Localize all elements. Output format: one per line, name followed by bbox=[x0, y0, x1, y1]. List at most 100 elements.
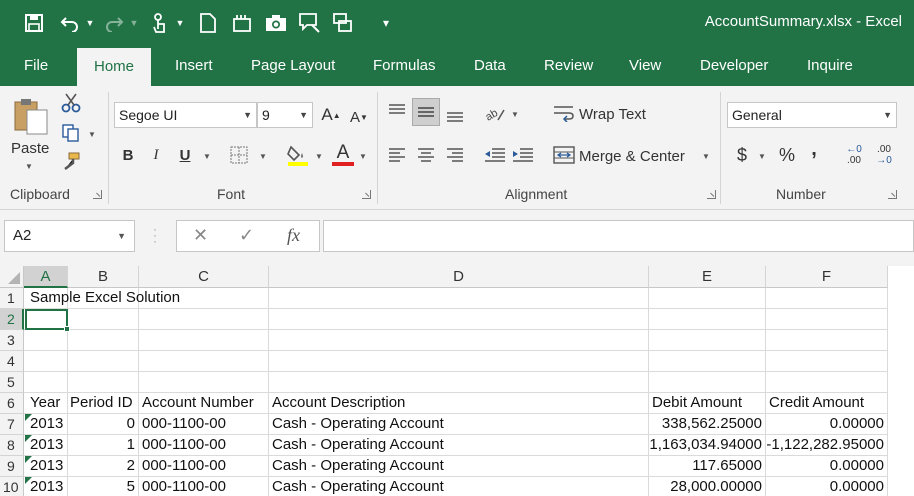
camera-icon[interactable] bbox=[262, 9, 290, 37]
table-cell[interactable]: Cash - Operating Account bbox=[272, 477, 444, 496]
redo-icon[interactable] bbox=[100, 9, 128, 37]
underline-button[interactable]: U bbox=[174, 144, 196, 166]
table-cell[interactable]: 1,163,034.94000 bbox=[649, 435, 762, 455]
active-cell-a2[interactable] bbox=[25, 309, 68, 330]
row-header[interactable]: 1 bbox=[0, 288, 24, 309]
insert-function-icon[interactable]: fx bbox=[287, 225, 300, 246]
row-header[interactable]: 4 bbox=[0, 351, 24, 372]
table-cell[interactable]: -1,122,282.95000 bbox=[766, 435, 884, 455]
header-cell[interactable]: Debit Amount bbox=[652, 393, 742, 413]
table-cell[interactable]: 28,000.00000 bbox=[649, 477, 762, 496]
header-cell[interactable]: Year bbox=[30, 393, 60, 413]
touch-mode-icon[interactable] bbox=[146, 9, 174, 37]
row-header[interactable]: 7 bbox=[0, 414, 24, 435]
paste-icon[interactable] bbox=[10, 96, 50, 136]
header-cell[interactable]: Credit Amount bbox=[769, 393, 864, 413]
merge-center-button[interactable]: Merge & Center bbox=[579, 148, 685, 165]
font-name-select[interactable]: Segoe UI ▼ bbox=[114, 102, 257, 128]
undo-dropdown-icon[interactable]: ▼ bbox=[84, 18, 96, 28]
table-cell[interactable]: 000-1100-00 bbox=[142, 477, 226, 496]
table-cell[interactable]: 117.65000 bbox=[649, 456, 762, 476]
copy-icon[interactable] bbox=[58, 122, 84, 144]
paste-dropdown-icon[interactable]: ▼ bbox=[25, 162, 33, 171]
formula-input[interactable] bbox=[323, 220, 914, 252]
table-cell[interactable]: 0.00000 bbox=[766, 414, 884, 434]
font-launcher-icon[interactable] bbox=[362, 190, 371, 199]
number-format-select[interactable]: General ▼ bbox=[727, 102, 897, 128]
row-header[interactable]: 9 bbox=[0, 456, 24, 477]
column-header[interactable]: C bbox=[139, 266, 269, 288]
table-cell[interactable]: 2013 bbox=[30, 456, 63, 476]
borders-icon[interactable] bbox=[228, 144, 250, 166]
comment-icon[interactable] bbox=[296, 9, 324, 37]
fill-handle[interactable] bbox=[64, 326, 70, 332]
table-cell[interactable]: 5 bbox=[68, 477, 135, 496]
increase-indent-icon[interactable] bbox=[510, 144, 536, 166]
column-header[interactable]: E bbox=[649, 266, 766, 288]
table-cell[interactable]: 0.00000 bbox=[766, 477, 884, 496]
decrease-indent-icon[interactable] bbox=[482, 144, 508, 166]
align-center-icon[interactable] bbox=[415, 144, 437, 166]
font-color-dropdown-icon[interactable]: ▼ bbox=[359, 152, 367, 161]
bold-button[interactable]: B bbox=[118, 144, 138, 166]
merge-dropdown-icon[interactable]: ▼ bbox=[702, 152, 710, 161]
tab-file[interactable]: File bbox=[24, 46, 48, 86]
row-header[interactable]: 2 bbox=[0, 309, 24, 330]
table-cell[interactable]: 2013 bbox=[30, 435, 63, 455]
table-cell[interactable]: Cash - Operating Account bbox=[272, 456, 444, 476]
comma-button[interactable]: , bbox=[806, 138, 822, 160]
tab-review[interactable]: Review bbox=[544, 46, 593, 86]
tab-developer[interactable]: Developer bbox=[700, 46, 768, 86]
tab-home[interactable]: Home bbox=[77, 48, 152, 86]
new-file-icon[interactable] bbox=[194, 9, 222, 37]
customize-icon[interactable]: ▾ bbox=[372, 9, 400, 37]
row-header[interactable]: 3 bbox=[0, 330, 24, 351]
format-painter-icon[interactable] bbox=[58, 150, 84, 172]
number-launcher-icon[interactable] bbox=[888, 190, 897, 199]
increase-decimal-button[interactable]: ←0.00 bbox=[840, 142, 868, 168]
italic-button[interactable]: I bbox=[146, 144, 166, 166]
table-cell[interactable]: Cash - Operating Account bbox=[272, 435, 444, 455]
shrink-font-button[interactable]: A ▼ bbox=[348, 106, 370, 128]
paste-button[interactable]: Paste bbox=[11, 140, 49, 157]
table-cell[interactable]: 2013 bbox=[30, 414, 63, 434]
save-icon[interactable] bbox=[20, 9, 48, 37]
undo-icon[interactable] bbox=[56, 9, 84, 37]
table-cell[interactable]: 000-1100-00 bbox=[142, 435, 226, 455]
row-header[interactable]: 6 bbox=[0, 393, 24, 414]
align-left-icon[interactable] bbox=[386, 144, 408, 166]
decrease-decimal-button[interactable]: .00 →0 bbox=[870, 142, 898, 168]
column-header[interactable]: D bbox=[269, 266, 649, 288]
tab-view[interactable]: View bbox=[629, 46, 661, 86]
bottom-align-icon[interactable] bbox=[444, 104, 466, 126]
tab-formulas[interactable]: Formulas bbox=[373, 46, 436, 86]
header-cell[interactable]: Account Description bbox=[272, 393, 405, 413]
font-size-select[interactable]: 9 ▼ bbox=[257, 102, 313, 128]
fill-color-dropdown-icon[interactable]: ▼ bbox=[315, 152, 323, 161]
table-cell[interactable]: 338,562.25000 bbox=[649, 414, 762, 434]
row-header[interactable]: 5 bbox=[0, 372, 24, 393]
cell-a1[interactable]: Sample Excel Solution bbox=[30, 288, 180, 308]
orientation-dropdown-icon[interactable]: ▼ bbox=[511, 110, 519, 119]
name-box[interactable]: A2 ▼ bbox=[4, 220, 135, 252]
table-cell[interactable]: 000-1100-00 bbox=[142, 456, 226, 476]
redo-dropdown-icon[interactable]: ▼ bbox=[128, 18, 140, 28]
wrap-text-icon[interactable] bbox=[552, 102, 576, 124]
touch-dropdown-icon[interactable]: ▼ bbox=[174, 18, 186, 28]
select-all-button[interactable] bbox=[0, 266, 24, 288]
table-cell[interactable]: 0 bbox=[68, 414, 135, 434]
borders-dropdown-icon[interactable]: ▼ bbox=[259, 152, 267, 161]
open-icon[interactable] bbox=[228, 9, 256, 37]
font-color-button[interactable]: A bbox=[330, 142, 356, 168]
alignment-launcher-icon[interactable] bbox=[707, 190, 716, 199]
tab-page-layout[interactable]: Page Layout bbox=[251, 46, 335, 86]
cancel-icon[interactable]: ✕ bbox=[193, 225, 208, 246]
tab-inquire[interactable]: Inquire bbox=[807, 46, 853, 86]
table-cell[interactable]: 2 bbox=[68, 456, 135, 476]
middle-align-icon[interactable] bbox=[412, 98, 440, 126]
table-cell[interactable]: Cash - Operating Account bbox=[272, 414, 444, 434]
row-header[interactable]: 10 bbox=[0, 477, 24, 496]
column-header[interactable]: F bbox=[766, 266, 888, 288]
currency-button[interactable]: $ bbox=[733, 144, 751, 166]
tabs-icon[interactable] bbox=[330, 9, 358, 37]
